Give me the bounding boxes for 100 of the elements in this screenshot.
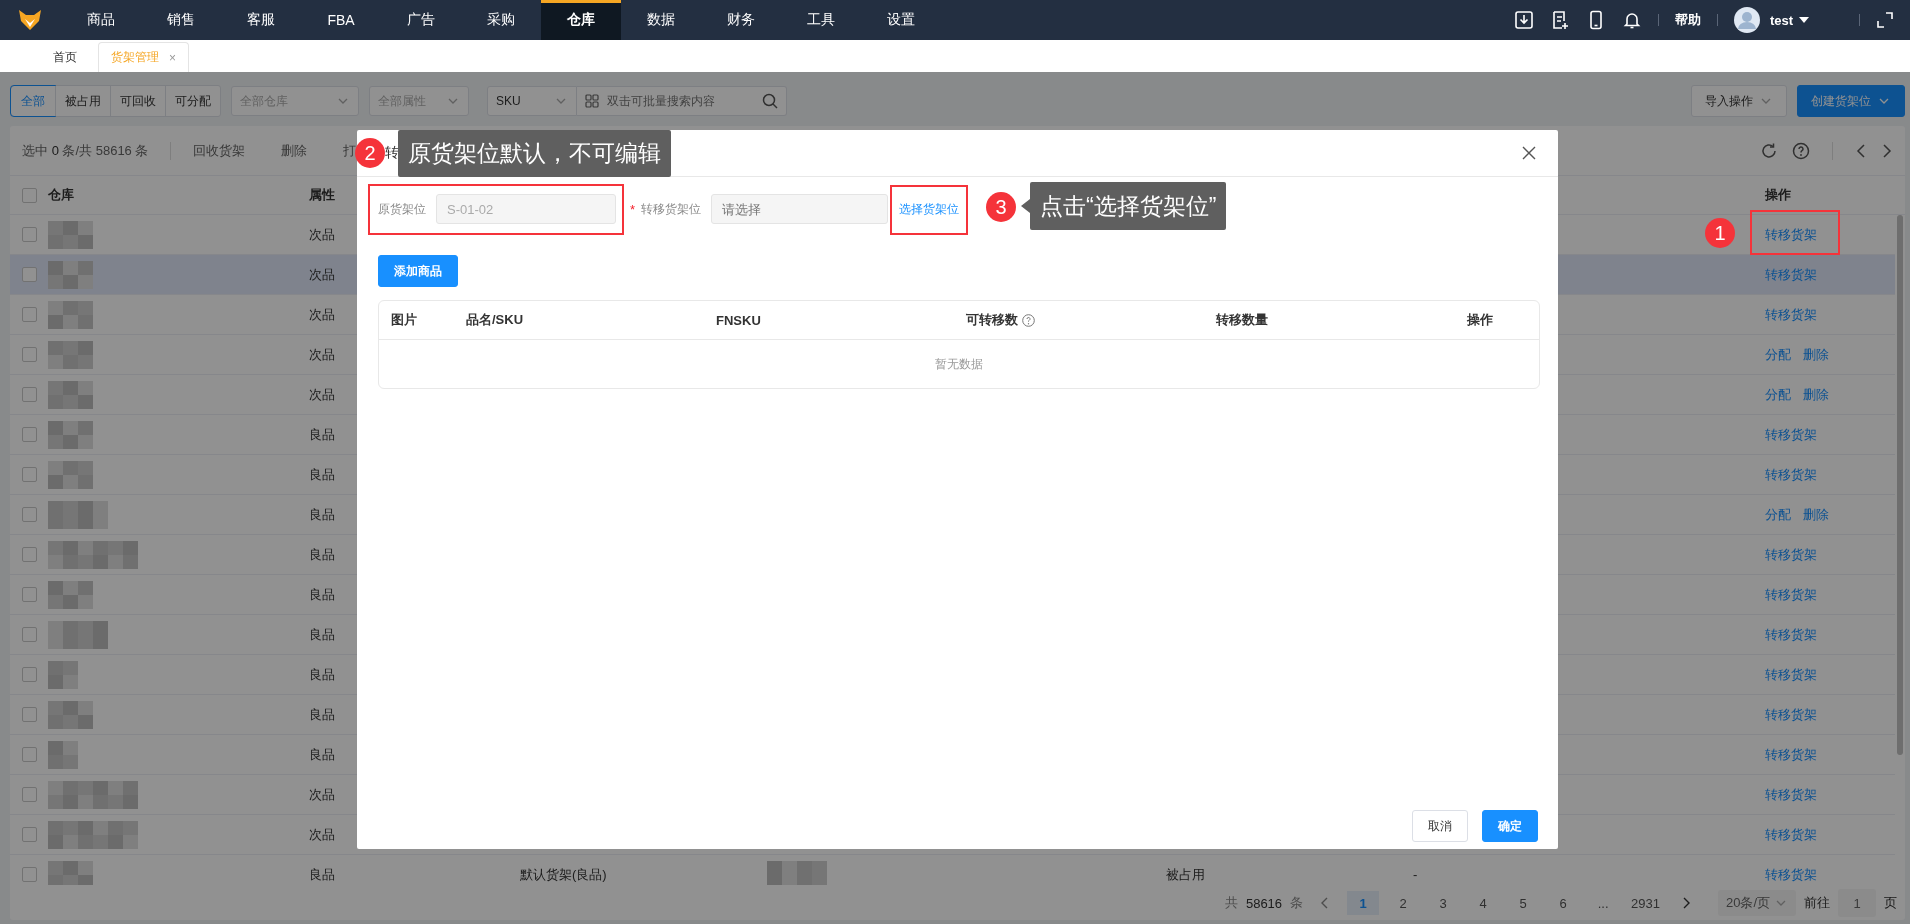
row-checkbox[interactable] [22, 307, 37, 322]
action-link[interactable]: 转移货架 [1765, 865, 1817, 884]
page-button[interactable]: 2931 [1627, 891, 1664, 915]
cancel-button[interactable]: 取消 [1412, 810, 1468, 842]
action-link[interactable]: 转移货架 [1765, 665, 1817, 684]
row-checkbox[interactable] [22, 867, 37, 882]
table-cell: 次品 [309, 226, 335, 242]
page-button[interactable]: 2 [1387, 891, 1420, 915]
row-checkbox[interactable] [22, 387, 37, 402]
tab-close-button[interactable]: × [169, 50, 176, 65]
create-button[interactable]: 创建货架位 [1797, 85, 1905, 117]
page-button[interactable]: 3 [1427, 891, 1460, 915]
action-link[interactable]: 转移货架 [1765, 225, 1817, 244]
toolbar-action[interactable]: 删除 [281, 141, 308, 160]
field-label: 转移货架位 [641, 200, 702, 218]
row-checkbox[interactable] [22, 707, 37, 722]
row-checkbox[interactable] [22, 267, 37, 282]
row-checkbox[interactable] [22, 627, 37, 642]
toolbar-action[interactable]: 回收货架 [193, 141, 246, 160]
action-link[interactable]: 转移货架 [1765, 305, 1817, 324]
action-link[interactable]: 转移货架 [1765, 265, 1817, 284]
action-link[interactable]: 转移货架 [1765, 545, 1817, 564]
column-header: 操作 [1765, 186, 1792, 204]
import-button[interactable]: 导入操作 [1691, 85, 1787, 117]
filter-tab[interactable]: 可分配 [165, 86, 220, 116]
pixelated-mark [48, 420, 93, 449]
nav-tab[interactable]: 商品 [61, 0, 141, 40]
chevron-left-icon[interactable] [1855, 142, 1867, 159]
action-link[interactable]: 转移货架 [1765, 825, 1817, 844]
action-link[interactable]: 删除 [1803, 505, 1829, 524]
page-size-select[interactable]: 20条/页 [1718, 890, 1796, 916]
page-tab[interactable]: 货架管理 × [98, 42, 189, 72]
help-link[interactable]: 帮助 [1674, 11, 1701, 29]
page-tab[interactable]: 首页 [40, 42, 90, 72]
action-link[interactable]: 分配 [1765, 345, 1791, 364]
page-button[interactable]: 4 [1467, 891, 1500, 915]
nav-tab[interactable]: 采购 [461, 0, 541, 40]
choose-shelf-link[interactable]: 选择货架位 [899, 200, 960, 218]
filter-tab[interactable]: 可回收 [110, 86, 165, 116]
action-link[interactable]: 转移货架 [1765, 585, 1817, 604]
action-link[interactable]: 分配 [1765, 385, 1791, 404]
action-link[interactable]: 删除 [1803, 385, 1829, 404]
page-button[interactable]: ... [1587, 891, 1620, 915]
row-checkbox[interactable] [22, 787, 37, 802]
add-product-button[interactable]: 添加商品 [378, 255, 458, 287]
row-checkbox[interactable] [22, 827, 37, 842]
action-link[interactable]: 删除 [1803, 345, 1829, 364]
close-icon[interactable] [1522, 146, 1536, 160]
nav-tab[interactable]: 广告 [381, 0, 461, 40]
toolbar-action[interactable]: 打 [343, 141, 357, 160]
help-icon[interactable] [1792, 141, 1810, 160]
select-all-checkbox[interactable] [22, 187, 37, 203]
nav-tab[interactable]: 财务 [701, 0, 781, 40]
page-button[interactable]: 1 [1347, 891, 1380, 915]
row-checkbox[interactable] [22, 467, 37, 482]
row-checkbox[interactable] [22, 227, 37, 242]
action-link[interactable]: 分配 [1765, 505, 1791, 524]
nav-tab[interactable]: 工具 [781, 0, 861, 40]
table-cell: 良品 [309, 466, 335, 482]
row-checkbox[interactable] [22, 347, 37, 362]
search-type-select[interactable]: SKU [487, 86, 577, 116]
scrollbar-thumb[interactable] [1897, 215, 1903, 755]
row-checkbox[interactable] [22, 747, 37, 762]
user-name[interactable]: test [1769, 12, 1793, 28]
pixelated-mark [48, 740, 78, 769]
action-link[interactable]: 转移货架 [1765, 625, 1817, 644]
column-header: FNSKU [716, 312, 761, 328]
page-input[interactable]: 1 [1838, 889, 1876, 917]
column-header: 操作 [1467, 311, 1493, 329]
row-checkbox[interactable] [22, 587, 37, 602]
nav-tab[interactable]: 数据 [621, 0, 701, 40]
caret-icon[interactable] [1799, 17, 1809, 23]
filter-tab[interactable]: 被占用 [55, 86, 110, 116]
pixelated-mark [48, 260, 93, 289]
page-button[interactable]: 6 [1547, 891, 1580, 915]
nav-tab[interactable]: 客服 [221, 0, 301, 40]
action-link[interactable]: 转移货架 [1765, 465, 1817, 484]
row-checkbox[interactable] [22, 667, 37, 682]
filter-tab[interactable]: 全部 [11, 86, 55, 116]
action-link[interactable]: 转移货架 [1765, 705, 1817, 724]
row-checkbox[interactable] [22, 427, 37, 442]
action-link[interactable]: 转移货架 [1765, 745, 1817, 764]
action-link[interactable]: 转移货架 [1765, 425, 1817, 444]
nav-tab[interactable]: 销售 [141, 0, 221, 40]
search-field[interactable]: 双击可批量搜索内容 [577, 86, 787, 116]
download-icon[interactable] [1513, 10, 1534, 30]
table-cell: 次品 [309, 306, 335, 322]
nav-tab[interactable]: 仓库 [541, 0, 621, 40]
row-checkbox[interactable] [22, 507, 37, 522]
chevron-right-icon[interactable] [1881, 142, 1893, 159]
search-input[interactable]: 双击可批量搜索内容 [605, 93, 756, 109]
action-link[interactable]: 转移货架 [1765, 785, 1817, 804]
ok-button[interactable]: 确定 [1482, 810, 1538, 842]
row-checkbox[interactable] [22, 547, 37, 562]
refresh-icon[interactable] [1760, 141, 1778, 160]
nav-tab[interactable]: 设置 [861, 0, 941, 40]
page-button[interactable]: 5 [1507, 891, 1540, 915]
expand-icon[interactable] [1876, 11, 1894, 29]
nav-tab[interactable]: FBA [301, 0, 381, 40]
bell-icon[interactable] [1621, 10, 1642, 30]
